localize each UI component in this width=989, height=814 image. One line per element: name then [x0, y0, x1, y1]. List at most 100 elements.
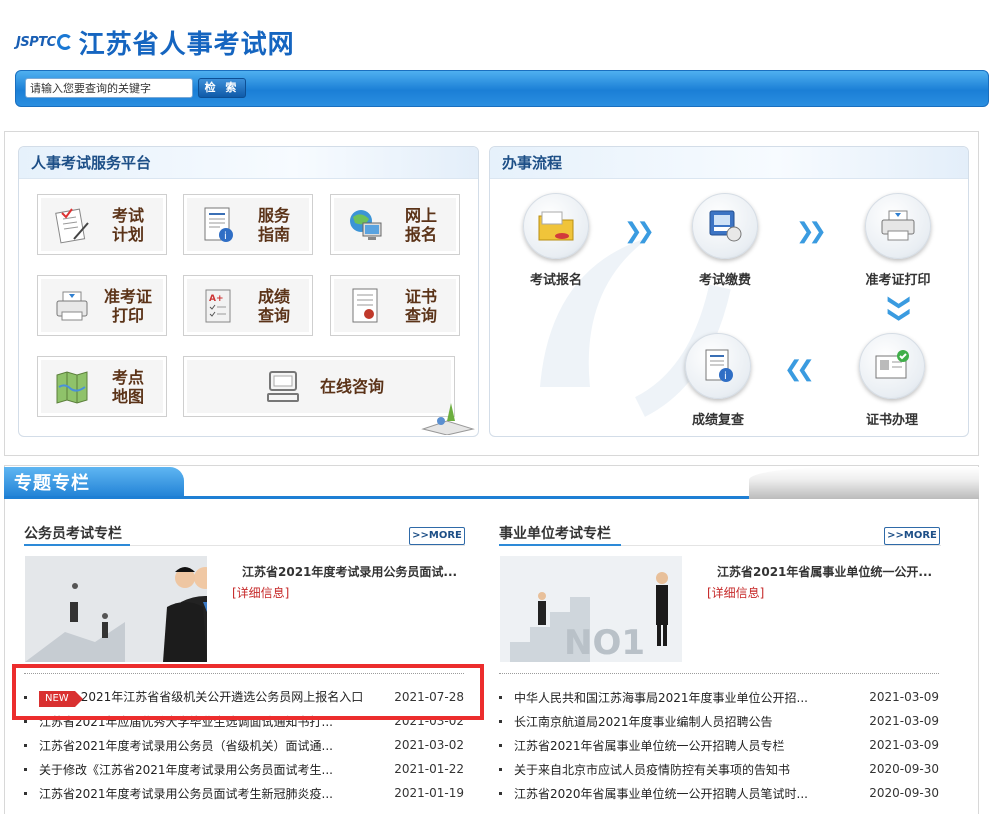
tile-certificate-query-label: 证书 查询: [404, 286, 437, 325]
site-logo[interactable]: JSPTC 江苏省人事考试网: [16, 22, 295, 62]
tile-online-signup[interactable]: 网上 报名: [330, 194, 460, 255]
civil-column-underline: [24, 544, 130, 546]
svg-text:A+: A+: [209, 294, 224, 304]
tile-online-consult-label: 在线咨询: [320, 377, 385, 396]
exam-plan-icon: [55, 207, 89, 243]
service-platform-title: 人事考试服务平台: [31, 154, 152, 172]
institution-news-date: 2021-03-09: [869, 714, 939, 728]
institution-news-date: 2021-03-09: [869, 690, 939, 704]
step-score-review-label: 成绩复查: [691, 413, 744, 428]
tile-service-guide-label: 服务 指南: [257, 205, 290, 244]
tile-admission-print[interactable]: 准考证 打印: [37, 275, 167, 336]
step-score-review[interactable]: i 成绩复查: [668, 333, 768, 428]
institution-feature-photo[interactable]: NO1: [500, 556, 682, 662]
process-title: 办事流程: [502, 154, 563, 172]
report-icon: i: [705, 349, 733, 382]
institution-feature-detail-link[interactable]: [详细信息]: [707, 584, 764, 601]
search-input[interactable]: [25, 78, 193, 98]
step-admission-print[interactable]: 准考证打印: [848, 193, 948, 288]
step-certificate[interactable]: 证书办理: [842, 333, 942, 428]
institution-news-date: 2020-09-30: [869, 762, 939, 776]
tile-certificate-query[interactable]: 证书 查询: [330, 275, 460, 336]
bullet-icon: [499, 743, 502, 747]
step-exam-payment[interactable]: 考试缴费: [675, 193, 775, 288]
institution-column-underline: [499, 544, 621, 546]
logo-mark: JSPTC: [16, 34, 73, 50]
certificate-query-icon: [352, 288, 378, 322]
service-platform-panel: 人事考试服务平台 考试 计划 i 服务 指南 网上 报名 准考证 打印 A+ 成…: [18, 146, 479, 437]
civil-news-date: 2021-01-19: [394, 786, 464, 800]
process-header: 办事流程: [490, 147, 968, 179]
businessman-image: [25, 556, 207, 662]
tile-service-guide[interactable]: i 服务 指南: [183, 194, 313, 255]
book-decoration-icon: [421, 403, 475, 435]
step-exam-payment-circle: [692, 193, 758, 259]
score-query-icon: A+: [205, 289, 231, 322]
open-book-decoration: [749, 467, 979, 499]
bullet-icon: [24, 791, 27, 795]
institution-column-title[interactable]: 事业单位考试专栏: [499, 523, 611, 543]
process-arrow-back-icon: ❯❯: [790, 357, 815, 382]
civil-news-row[interactable]: 关于修改《江苏省2021年度考试录用公务员面试考生... 2021-01-22: [24, 757, 464, 781]
institution-more-button[interactable]: >>MORE: [884, 527, 940, 545]
site-title: 江苏省人事考试网: [78, 29, 295, 60]
step-admission-print-label: 准考证打印: [865, 273, 931, 288]
service-guide-icon: i: [204, 207, 233, 242]
institution-news-date: 2020-09-30: [869, 786, 939, 800]
institution-news-date: 2021-03-09: [869, 738, 939, 752]
payment-icon: [709, 210, 742, 242]
institution-news-title: 江苏省2021年省属事业单位统一公开招聘人员专栏: [514, 738, 785, 753]
printer-icon: [881, 210, 915, 241]
institution-news-title: 长江南京航道局2021年度事业编制人员招聘公告: [514, 714, 773, 729]
svg-text:i: i: [224, 231, 227, 242]
civil-news-row[interactable]: 江苏省2021年度考试录用公务员（省级机关）面试通... 2021-03-02: [24, 733, 464, 757]
folder-icon: [538, 211, 574, 241]
tile-online-signup-label: 网上 报名: [404, 205, 437, 244]
tile-admission-print-label: 准考证 打印: [103, 286, 152, 325]
institution-column-rule: [621, 545, 941, 546]
step-exam-payment-label: 考试缴费: [698, 273, 751, 288]
online-signup-icon: [350, 209, 382, 240]
institution-feature-title[interactable]: 江苏省2021年省属事业单位统一公开...: [717, 563, 932, 580]
civil-feature-title[interactable]: 江苏省2021年度考试录用公务员面试...: [242, 563, 457, 580]
tile-exam-site-map-label: 考点 地图: [111, 367, 144, 406]
institution-news-row[interactable]: 中华人民共和国江苏海事局2021年度事业单位公开招... 2021-03-09: [499, 685, 939, 709]
civil-news-title: 江苏省2021年度考试录用公务员（省级机关）面试通...: [39, 738, 333, 753]
step-score-review-circle: i: [685, 333, 751, 399]
step-exam-signup[interactable]: 考试报名: [506, 193, 606, 288]
civil-news-title: 江苏省2021年度考试录用公务员面试考生新冠肺炎疫...: [39, 786, 333, 801]
step-exam-signup-circle: [523, 193, 589, 259]
tile-online-consult[interactable]: 在线咨询: [183, 356, 455, 417]
tile-exam-plan-label: 考试 计划: [111, 205, 144, 244]
institution-news-row[interactable]: 江苏省2021年省属事业单位统一公开招聘人员专栏 2021-03-09: [499, 733, 939, 757]
topics-header: 专题专栏: [4, 465, 979, 499]
step-exam-signup-label: 考试报名: [529, 273, 582, 288]
civil-news-row[interactable]: 江苏省2021年度考试录用公务员面试考生新冠肺炎疫... 2021-01-19: [24, 781, 464, 805]
step-admission-print-circle: [865, 193, 931, 259]
search-button[interactable]: 检 索: [198, 78, 246, 98]
civil-more-button[interactable]: >>MORE: [409, 527, 465, 545]
service-platform-header: 人事考试服务平台: [19, 147, 478, 179]
institution-news-row[interactable]: 长江南京航道局2021年度事业编制人员招聘公告 2021-03-09: [499, 709, 939, 733]
institution-news-row[interactable]: 关于来自北京市应试人员疫情防控有关事项的告知书 2020-09-30: [499, 757, 939, 781]
tile-exam-plan[interactable]: 考试 计划: [37, 194, 167, 255]
institution-news-row[interactable]: 江苏省2020年省属事业单位统一公开招聘人员笔试时... 2020-09-30: [499, 781, 939, 805]
process-panel: 办事流程 考试报名 ❯❯ 考试缴费 ❯❯ 准考证打印 ❯❯ i 成绩复查 ❯❯ …: [489, 146, 969, 437]
civil-news-title: 关于修改《江苏省2021年度考试录用公务员面试考生...: [39, 762, 333, 777]
bullet-icon: [499, 791, 502, 795]
tile-score-query-label: 成绩 查询: [257, 286, 290, 325]
stairs-no1-image: NO1: [500, 556, 682, 662]
bullet-icon: [499, 719, 502, 723]
highlight-box: [12, 664, 484, 720]
tile-score-query[interactable]: A+ 成绩 查询: [183, 275, 313, 336]
tile-exam-site-map[interactable]: 考点 地图: [37, 356, 167, 417]
process-arrow-icon: ❯❯: [624, 219, 655, 244]
admission-print-icon: [56, 291, 88, 320]
step-certificate-label: 证书办理: [865, 413, 918, 428]
institution-news-title: 江苏省2020年省属事业单位统一公开招聘人员笔试时...: [514, 786, 808, 801]
civil-feature-photo[interactable]: [25, 556, 207, 662]
civil-news-date: 2021-03-02: [394, 738, 464, 752]
civil-feature-detail-link[interactable]: [详细信息]: [232, 584, 289, 601]
civil-column-title[interactable]: 公务员考试专栏: [24, 523, 122, 543]
institution-news-title: 关于来自北京市应试人员疫情防控有关事项的告知书: [514, 762, 791, 777]
